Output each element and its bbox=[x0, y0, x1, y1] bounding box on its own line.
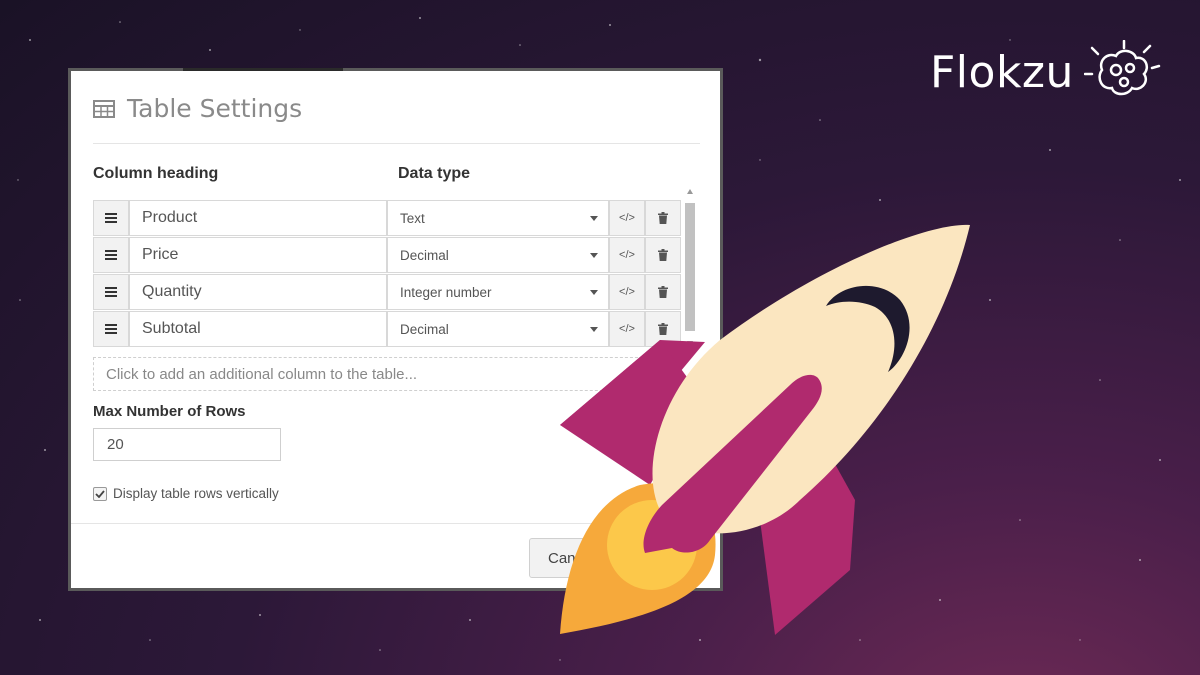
rocket-illustration bbox=[560, 224, 970, 635]
